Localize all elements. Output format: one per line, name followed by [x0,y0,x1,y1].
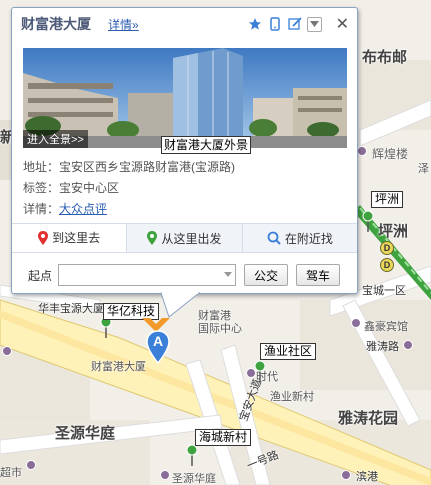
street-view-photo[interactable]: 进入全景>> [23,48,347,148]
poi-dot[interactable] [351,318,361,328]
road-label: 华丰宝源大厦 [38,303,104,315]
tag-value: 宝安中心区 [59,181,120,195]
dianping-link[interactable]: 大众点评 [59,202,107,216]
search-icon [267,231,281,245]
address-label: 地址： [23,160,60,174]
green-pin-icon[interactable] [186,444,198,466]
area-label: 辉煌楼 [372,147,409,161]
info-window: 财富港大厦 详情» ✕ 进入全景>> 财富港大厦外景 地址：宝安区西乡宝源路财富… [11,7,358,294]
poi-dot[interactable] [341,470,351,480]
poi-label: 财富港大厦 [91,361,146,373]
pingzhou-tag[interactable]: 坪洲 [371,191,404,208]
detail-label: 详情： [23,202,60,216]
bus-button[interactable]: 公交 [244,264,289,286]
tab-label: 到这里去 [52,231,101,245]
tab-label: 从这里出发 [161,231,222,246]
header-icons: ✕ [247,14,349,34]
poi-dot[interactable] [26,460,36,470]
info-window-pointer [161,292,201,318]
phone-icon[interactable] [267,16,283,32]
poi-label: 圣源华庭 [172,473,216,485]
detail-link[interactable]: 详情» [108,16,139,33]
area-label: 坪洲 [378,223,409,240]
poi-label: 泽 [418,163,429,175]
poi-dot[interactable] [160,470,170,480]
start-input[interactable] [59,265,220,285]
start-input-wrapper [58,264,237,286]
photo-caption: 财富港大厦外景 [161,136,252,154]
yuye-shequ-tag[interactable]: 渔业社区 [260,343,317,360]
chevron-down-icon[interactable] [224,272,233,277]
edit-icon[interactable] [287,16,303,32]
poi-label: 超市 [0,467,22,479]
start-label: 起点 [28,268,53,283]
green-pin-icon[interactable] [362,210,374,232]
area-label: 布布邮 [362,49,408,66]
close-icon[interactable]: ✕ [336,14,349,34]
tab-label: 在附近找 [284,231,333,246]
metro-badge[interactable]: D [380,241,394,255]
metro-badge[interactable]: D [380,258,394,272]
poi-label: 财富港 国际中心 [198,310,242,335]
red-pin-icon [38,230,49,245]
road-label: 雅涛路 [366,341,399,353]
area-label: 雅涛花园 [338,410,399,427]
start-point-row: 起点 公交 驾车 [28,264,341,286]
address-value: 宝安区西乡宝源路财富港(宝源路) [59,160,236,174]
poi-dot[interactable] [403,340,413,350]
poi-label: 渔业新村 [270,391,314,403]
road-label: 滨港 [356,471,378,483]
star-icon[interactable] [247,16,263,32]
address-row: 地址：宝安区西乡宝源路财富港(宝源路) [23,158,235,175]
marker-letter: A [152,333,164,349]
haicheng-tag[interactable]: 海城新村 [195,429,252,446]
tab-search-nearby[interactable]: 在附近找 [243,224,357,252]
tab-go-here[interactable]: 到这里去 [12,224,128,252]
location-marker[interactable]: A [146,330,170,365]
dropdown-icon[interactable] [306,16,322,32]
poi-label: 鑫豪宾馆 [364,321,408,333]
route-tabs: 到这里去 从这里出发 在附近找 [12,223,357,253]
enter-panorama-link[interactable]: 进入全景>> [23,130,88,148]
detail-row: 详情：大众点评 [23,200,107,217]
green-pin-icon[interactable] [254,360,266,382]
place-title: 财富港大厦 [21,16,91,32]
tab-start-here[interactable]: 从这里出发 [127,224,243,252]
tag-label: 标签： [23,181,60,195]
tag-row: 标签：宝安中心区 [23,179,119,196]
drive-button[interactable]: 驾车 [296,264,341,286]
green-pin-icon [147,231,158,245]
poi-dot[interactable] [357,146,367,156]
road-label: 宝城一区 [362,285,406,297]
poi-dot[interactable] [2,346,12,356]
area-label: 圣源华庭 [55,425,116,442]
